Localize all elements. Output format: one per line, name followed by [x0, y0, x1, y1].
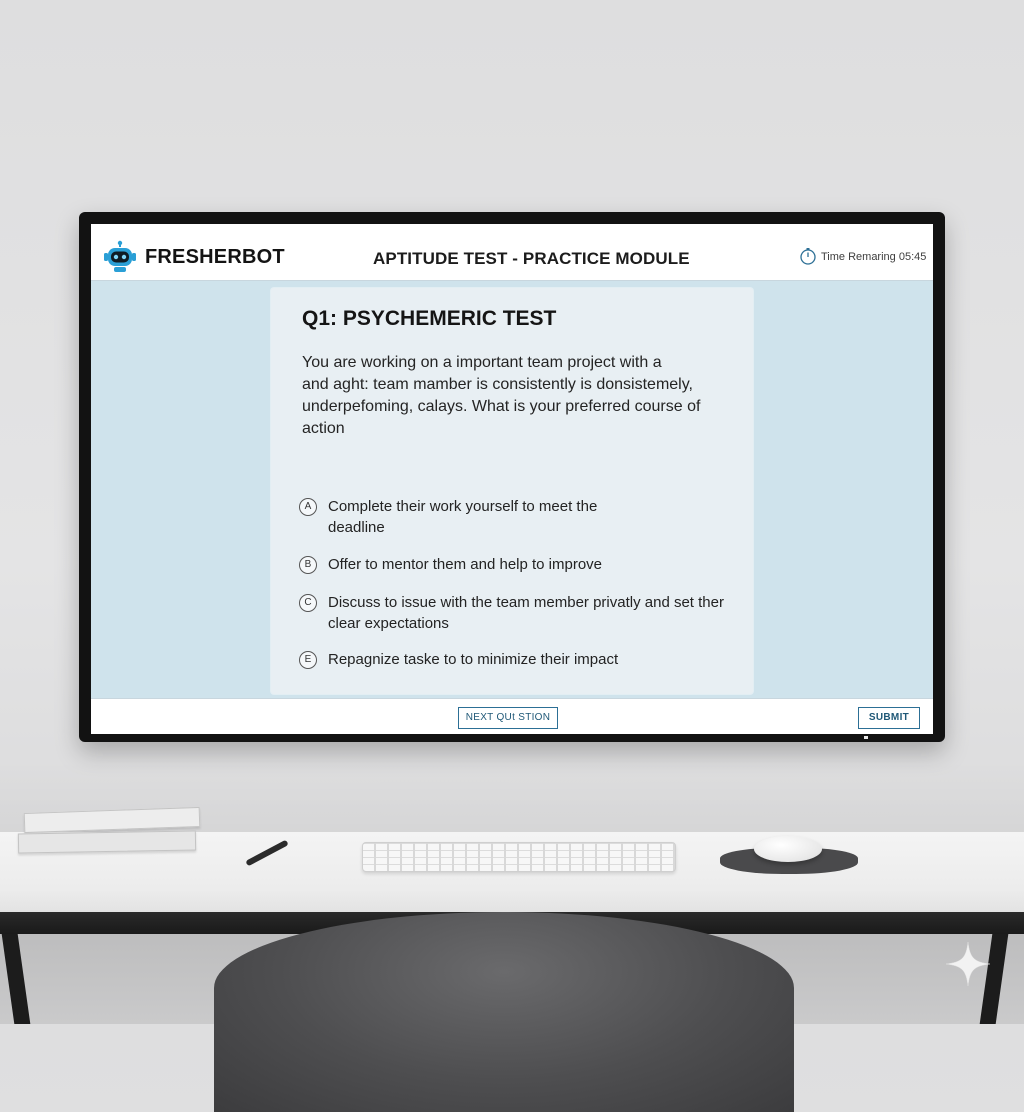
power-led	[864, 736, 868, 739]
option-label: Complete their work yourself to meet the…	[328, 496, 758, 538]
option-label: Offer to mentor them and help to improve	[328, 554, 758, 575]
sparkle-icon	[945, 941, 991, 987]
next-question-button[interactable]: NEXT QUt STION	[458, 707, 558, 729]
option-label-line: Repagnize taske to to minimize their imp…	[328, 651, 619, 668]
option-label: Repagnize taske to to minimize their imp…	[328, 649, 758, 670]
option-label-line: Offer to mentor them and help to improve	[328, 556, 603, 573]
stopwatch-icon	[800, 248, 816, 265]
question-card: Q1: PSYCHEMERIC TEST You are working on …	[271, 288, 753, 694]
option-label-line: Discuss to issue with the team member pr…	[328, 594, 724, 611]
question-text-line: action	[302, 420, 345, 437]
option-label-line: Complete their work yourself to meet the	[328, 498, 598, 515]
question-title: Q1: PSYCHEMERIC TEST	[302, 307, 557, 330]
radio-button[interactable]: A	[299, 498, 317, 516]
app-screen: FRESHERBOT APTITUDE TEST - PRACTICE MODU…	[91, 224, 933, 734]
radio-button[interactable]: B	[299, 556, 317, 574]
robot-icon	[104, 240, 136, 272]
submit-button[interactable]: SUBMIT	[858, 707, 920, 729]
option-label-line: deadline	[328, 519, 385, 536]
question-text-line: and aght: team mamber is consistently is…	[302, 376, 693, 393]
brand-name: FRESHERBOT	[145, 246, 285, 268]
mouse	[754, 836, 822, 862]
radio-button[interactable]: C	[299, 594, 317, 612]
books	[17, 806, 202, 864]
book	[23, 806, 201, 834]
radio-button[interactable]: E	[299, 651, 317, 669]
option-label-line: clear expectations	[328, 615, 449, 632]
keyboard	[362, 842, 676, 872]
app-footer: NEXT QUt STION SUBMIT	[91, 698, 933, 734]
question-text-line: You are working on a important team proj…	[302, 354, 662, 371]
page-title: APTITUDE TEST - PRACTICE MODULE	[373, 249, 690, 268]
app-header: FRESHERBOT APTITUDE TEST - PRACTICE MODU…	[91, 224, 933, 281]
question-text: You are working on a important team proj…	[302, 352, 722, 440]
time-remaining: Time Remaring 05:45	[821, 251, 927, 263]
chair	[214, 912, 794, 1112]
book	[17, 830, 197, 854]
option-label: Discuss to issue with the team member pr…	[328, 592, 758, 634]
question-text-line: underpefoming, calays. What is your pref…	[302, 398, 701, 415]
monitor: FRESHERBOT APTITUDE TEST - PRACTICE MODU…	[79, 212, 945, 742]
